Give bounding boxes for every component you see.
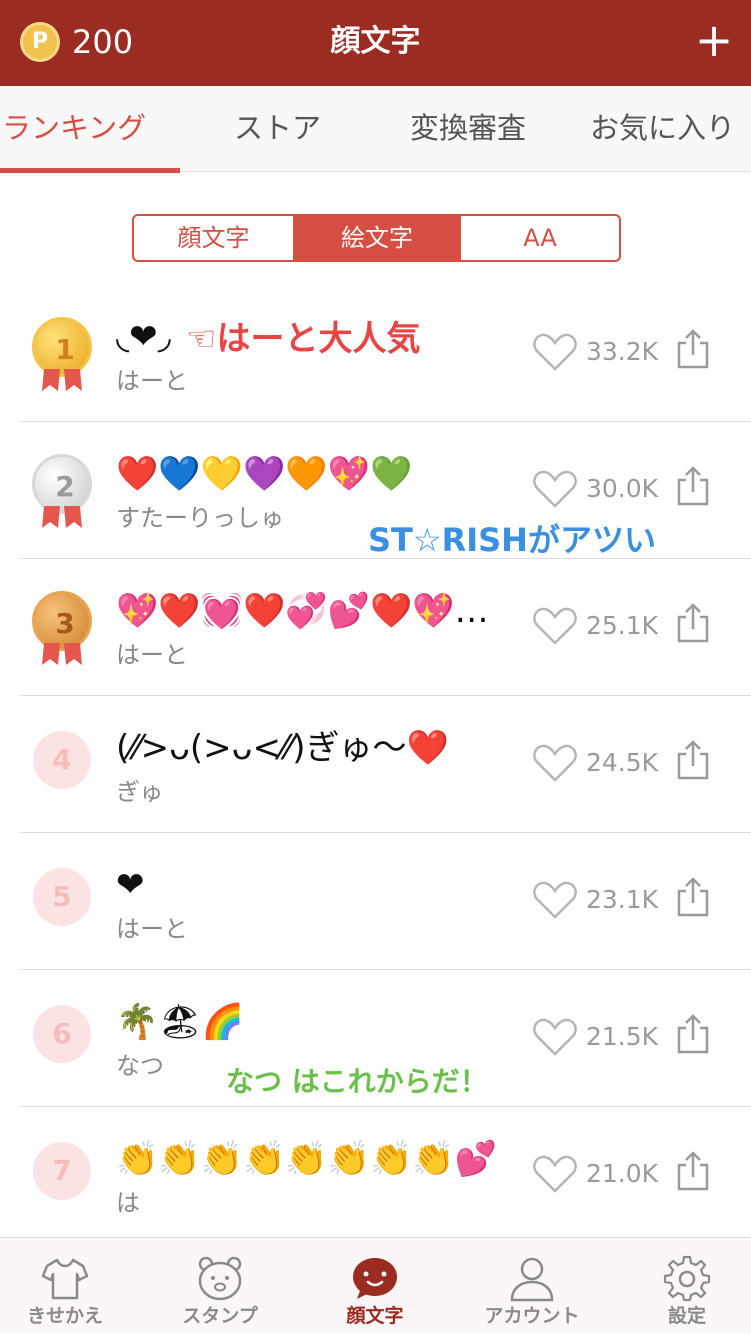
rank-number: 7 bbox=[52, 1154, 72, 1187]
segment-emoji[interactable]: 絵文字 bbox=[294, 216, 460, 260]
silver-medal-icon: 2 bbox=[32, 454, 92, 514]
add-button[interactable]: + bbox=[690, 14, 738, 66]
rank-badge: 7 bbox=[33, 1142, 91, 1200]
top-tabs: ランキング ストア 変換審査 お気に入り bbox=[0, 86, 751, 173]
person-icon bbox=[510, 1257, 554, 1302]
kaomoji-label: なつ bbox=[116, 1052, 164, 1080]
kaomoji-label: は bbox=[116, 1189, 140, 1217]
share-icon[interactable] bbox=[676, 1151, 710, 1191]
active-tab-indicator bbox=[0, 168, 180, 173]
nav-label: スタンプ bbox=[182, 1305, 258, 1327]
segment-aa[interactable]: AA bbox=[460, 216, 619, 260]
nav-label: 設定 bbox=[667, 1305, 706, 1327]
kaomoji-label: はーと bbox=[116, 367, 188, 395]
rank-number: 6 bbox=[52, 1017, 72, 1050]
heart-icon[interactable] bbox=[532, 469, 578, 509]
kaomoji-text: 🌴🏖🌈 bbox=[116, 1002, 244, 1042]
kaomoji-text: ❤ bbox=[116, 865, 145, 905]
nav-label: アカウント bbox=[484, 1305, 580, 1327]
ranking-row[interactable]: 4 (⁄⁄>ᴗ(>ᴗ<⁄⁄)ぎゅ〜❤️ ぎゅ 24.5K bbox=[0, 696, 751, 833]
ranking-row[interactable]: 3 💖❤️💓❤️💞💕❤️💖… はーと 25.1K bbox=[0, 559, 751, 696]
like-count: 30.0K bbox=[586, 474, 659, 503]
segment-kaomoji[interactable]: 顔文字 bbox=[134, 216, 294, 260]
like-count: 21.5K bbox=[586, 1022, 659, 1051]
nav-item-kisekae[interactable]: きせかえ bbox=[0, 1238, 130, 1334]
medal-ribbon-icon bbox=[42, 643, 82, 665]
medal-ribbon-icon bbox=[42, 506, 82, 528]
annotation-heart-popular: ☜はーと大人気 bbox=[186, 319, 421, 359]
like-count: 25.1K bbox=[586, 611, 659, 640]
rank-badge: 5 bbox=[33, 868, 91, 926]
heart-icon[interactable] bbox=[532, 880, 578, 920]
gear-icon bbox=[663, 1255, 711, 1302]
rank-badge: 4 bbox=[33, 731, 91, 789]
annotation-summer: なつ はこれからだ！ bbox=[226, 1065, 488, 1098]
app-header: P 200 顔文字 + bbox=[0, 0, 751, 86]
nav-label: 顔文字 bbox=[346, 1305, 404, 1327]
nav-item-kaomoji[interactable]: 顔文字 bbox=[310, 1238, 440, 1334]
heart-icon[interactable] bbox=[532, 1017, 578, 1057]
tshirt-icon bbox=[41, 1258, 89, 1300]
kaomoji-label: はーと bbox=[116, 641, 188, 669]
rank-badge: 6 bbox=[33, 1005, 91, 1063]
kaomoji-text: ❤️💙💛💜🧡💖💚 bbox=[116, 454, 413, 494]
nav-item-stamp[interactable]: スタンプ bbox=[155, 1238, 285, 1334]
nav-label: きせかえ bbox=[26, 1305, 103, 1327]
share-icon[interactable] bbox=[676, 877, 710, 917]
kaomoji-label: はーと bbox=[116, 915, 188, 943]
rank-number: 5 bbox=[52, 880, 72, 913]
ranking-row[interactable]: 5 ❤ はーと 23.1K bbox=[0, 833, 751, 970]
kaomoji-text: 👏👏👏👏👏👏👏👏💕 bbox=[116, 1139, 498, 1179]
kaomoji-text: (⁄⁄>ᴗ(>ᴗ<⁄⁄)ぎゅ〜❤️ bbox=[116, 728, 449, 768]
kaomoji-text: 💖❤️💓❤️💞💕❤️💖… bbox=[116, 591, 489, 631]
bear-icon bbox=[198, 1256, 242, 1301]
nav-item-account[interactable]: アカウント bbox=[467, 1238, 597, 1334]
bronze-medal-icon: 3 bbox=[32, 591, 92, 651]
share-icon[interactable] bbox=[676, 466, 710, 506]
medal-ribbon-icon bbox=[42, 369, 82, 391]
heart-icon[interactable] bbox=[532, 332, 578, 372]
tab-review[interactable]: 変換審査 bbox=[410, 106, 526, 150]
heart-icon[interactable] bbox=[532, 743, 578, 783]
like-count: 33.2K bbox=[586, 337, 659, 366]
like-count: 23.1K bbox=[586, 885, 659, 914]
category-segmented-control: 顔文字 絵文字 AA bbox=[132, 214, 621, 262]
tab-favorites[interactable]: お気に入り bbox=[590, 106, 735, 150]
nav-item-settings[interactable]: 設定 bbox=[622, 1238, 751, 1334]
page-title: 顔文字 bbox=[330, 24, 421, 59]
annotation-starish: ST☆RISHがアツい bbox=[368, 521, 656, 559]
share-icon[interactable] bbox=[676, 603, 710, 643]
share-icon[interactable] bbox=[676, 740, 710, 780]
bottom-nav: きせかえ スタンプ 顔文字 アカウント 設定 bbox=[0, 1237, 751, 1333]
kaomoji-label: ぎゅ bbox=[116, 778, 164, 806]
ranking-row[interactable]: 7 👏👏👏👏👏👏👏👏💕 は 21.0K bbox=[0, 1107, 751, 1244]
tab-store[interactable]: ストア bbox=[234, 106, 321, 150]
heart-icon[interactable] bbox=[532, 1154, 578, 1194]
smile-bubble-icon bbox=[353, 1258, 397, 1299]
share-icon[interactable] bbox=[676, 329, 710, 369]
gold-medal-icon: 1 bbox=[32, 317, 92, 377]
like-count: 24.5K bbox=[586, 748, 659, 777]
like-count: 21.0K bbox=[586, 1159, 659, 1188]
heart-icon[interactable] bbox=[532, 606, 578, 646]
kaomoji-label: すたーりっしゅ bbox=[116, 504, 284, 532]
rank-number: 4 bbox=[52, 743, 72, 776]
tab-ranking[interactable]: ランキング bbox=[2, 106, 146, 150]
share-icon[interactable] bbox=[676, 1014, 710, 1054]
